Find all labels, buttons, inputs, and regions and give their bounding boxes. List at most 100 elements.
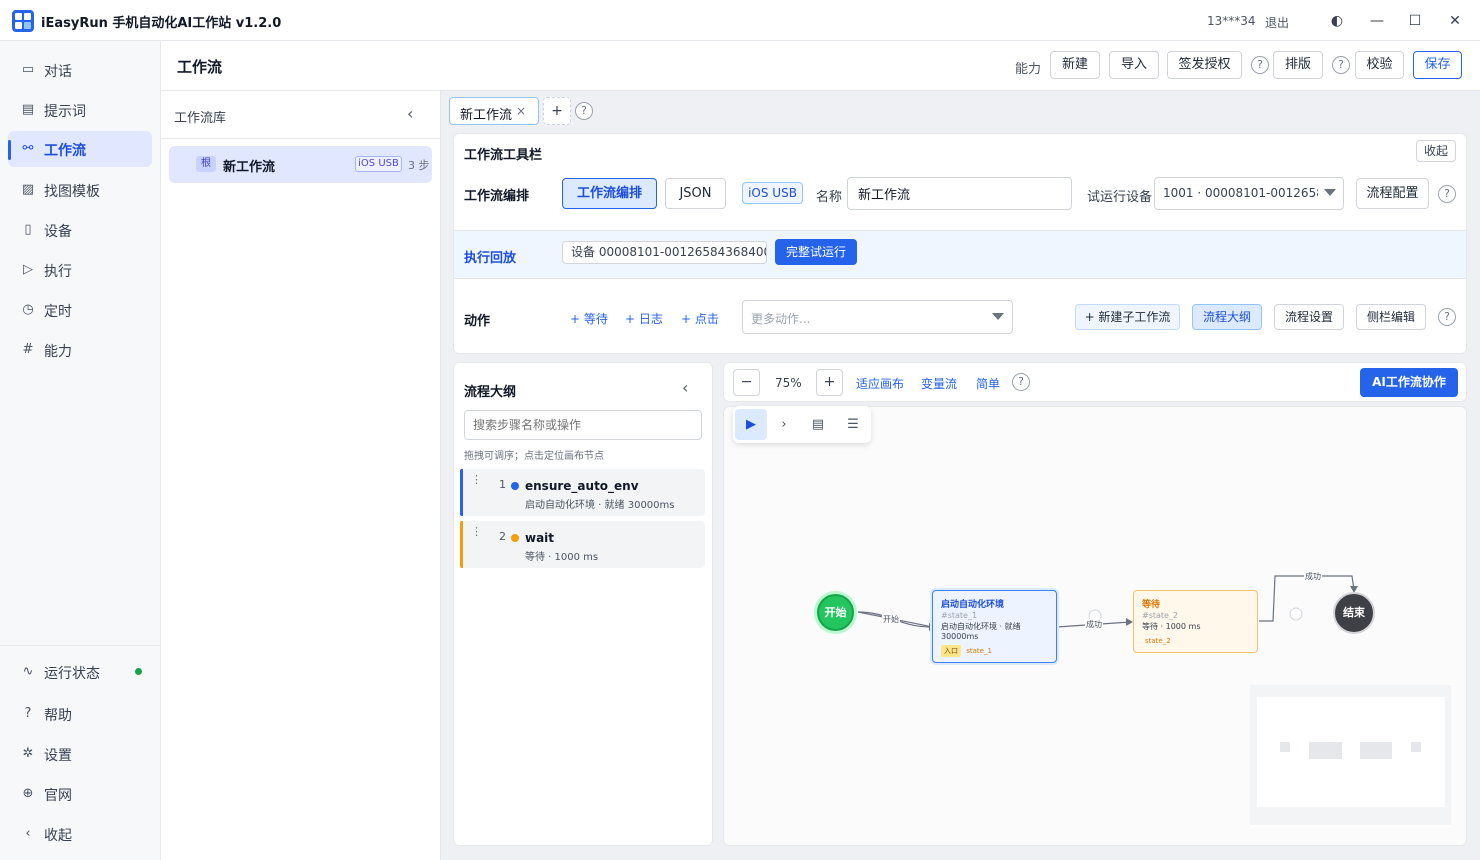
sidebar-item-label: 运行状态 — [44, 666, 100, 682]
name-label: 名称 — [816, 190, 843, 205]
fit-canvas-link[interactable]: 适应画布 — [856, 375, 904, 392]
minimap-viewport — [1257, 697, 1445, 807]
close-icon[interactable]: ✕ — [1444, 10, 1466, 32]
node-desc: 等待 · 1000 ms — [1142, 622, 1201, 631]
node-id: #state_1 — [941, 611, 978, 620]
sidebar-item-website[interactable]: ⊕ 官网 — [8, 776, 152, 812]
outline-step[interactable]: ⋮ 1 ensure_auto_env 启动自动化环境 · 就绪 30000ms — [460, 469, 705, 516]
drag-handle-icon[interactable]: ⋮ — [471, 474, 482, 485]
chevron-left-icon: ‹ — [25, 826, 31, 841]
sidebar-item-run-status[interactable]: ∿ 运行状态 — [8, 654, 152, 690]
step-accent — [460, 521, 463, 568]
edit-row-label: 工作流编排 — [464, 189, 530, 204]
sidebar-item-label: 设置 — [44, 748, 72, 764]
outline-step[interactable]: ⋮ 2 wait 等待 · 1000 ms — [460, 521, 705, 568]
variable-flow-link[interactable]: 变量流 — [921, 375, 957, 392]
sidebar-item-settings[interactable]: ✲ 设置 — [8, 736, 152, 772]
sidebar-item-execute[interactable]: ▷ 执行 — [8, 252, 152, 288]
sidebar-item-image-templates[interactable]: ▨ 找图模板 — [8, 172, 152, 208]
layout-help-icon[interactable]: ? — [1332, 56, 1350, 74]
edge-label-success: 成功 — [1304, 571, 1322, 582]
step-desc: 启动自动化环境 · 就绪 30000ms — [525, 500, 675, 511]
zoom-in-button[interactable]: + — [816, 369, 843, 396]
flow-node-state-1[interactable]: 启动自动化环境 #state_1 启动自动化环境 · 就绪 30000ms 入口… — [932, 590, 1057, 663]
canvas-help-icon[interactable]: ? — [1012, 373, 1030, 391]
replay-device-field[interactable]: 设备 00008101-001265843684001E — [562, 241, 767, 264]
add-click-button[interactable]: + 点击 — [681, 310, 719, 327]
add-tab-button[interactable]: + — [543, 97, 571, 125]
layout-button[interactable]: 排版 — [1273, 51, 1323, 79]
mode-json-button[interactable]: JSON — [665, 178, 726, 209]
flow-settings-button[interactable]: 流程设置 — [1274, 304, 1344, 330]
validate-button[interactable]: 校验 — [1355, 51, 1404, 79]
image-icon: ▨ — [21, 182, 35, 197]
globe-icon: ⊕ — [22, 786, 34, 801]
workflow-library-panel — [161, 91, 441, 860]
full-run-button[interactable]: 完整试运行 — [775, 239, 857, 265]
sidebar-item-prompts[interactable]: ▤ 提示词 — [8, 92, 152, 128]
sidebar-item-chat[interactable]: ▭ 对话 — [8, 52, 152, 88]
root-badge: 根 — [196, 156, 216, 172]
flow-config-button[interactable]: 流程配置 — [1356, 178, 1429, 209]
logout-link[interactable]: 退出 — [1265, 14, 1289, 31]
start-node[interactable]: 开始 — [814, 591, 857, 634]
library-collapse-icon[interactable]: ‹ — [407, 104, 413, 123]
pulse-icon: ∿ — [22, 664, 34, 679]
node-desc: 启动自动化环境 · 就绪 30000ms — [941, 622, 1021, 641]
theme-toggle-icon[interactable]: ◐ — [1326, 10, 1348, 32]
minimap-node — [1360, 742, 1392, 759]
user-account: 13***34 — [1207, 14, 1256, 28]
edge-label-success: 成功 — [1085, 619, 1103, 630]
zoom-out-button[interactable]: − — [733, 369, 760, 396]
sidebar-item-devices[interactable]: ▯ 设备 — [8, 212, 152, 248]
step-accent — [460, 469, 463, 516]
sidebar-item-schedule[interactable]: ◷ 定时 — [8, 292, 152, 328]
test-device-value: 1001 · 00008101-00126584 — [1163, 186, 1318, 200]
add-log-button[interactable]: + 日志 — [625, 310, 663, 327]
import-button[interactable]: 导入 — [1109, 51, 1159, 79]
tabs-help-icon[interactable]: ? — [575, 102, 593, 120]
new-button[interactable]: 新建 — [1050, 51, 1100, 79]
new-subflow-button[interactable]: + 新建子工作流 — [1075, 304, 1180, 330]
entry-tag: 入口 — [941, 645, 961, 657]
node-tags: state_2 — [1142, 636, 1174, 646]
sidebar-item-capabilities[interactable]: # 能力 — [8, 332, 152, 368]
sidebar-item-label: 设备 — [44, 224, 72, 240]
minimize-icon[interactable]: — — [1366, 10, 1388, 32]
outline-title: 流程大纲 — [464, 385, 517, 400]
side-edit-button[interactable]: 侧栏编辑 — [1356, 304, 1426, 330]
chat-icon: ▭ — [21, 62, 35, 77]
save-button[interactable]: 保存 — [1413, 51, 1462, 79]
workflow-name-input[interactable] — [847, 177, 1072, 210]
maximize-icon[interactable]: ☐ — [1404, 10, 1426, 32]
sign-license-button[interactable]: 签发授权 — [1167, 51, 1242, 79]
add-wait-button[interactable]: + 等待 — [570, 310, 608, 327]
outline-hint: 拖拽可调序；点击定位画布节点 — [464, 451, 604, 462]
sidebar-collapse-button[interactable]: ‹ 收起 — [8, 816, 152, 852]
outline-search-input[interactable] — [464, 410, 702, 440]
outline-toggle-button[interactable]: 流程大纲 — [1192, 304, 1262, 330]
end-node[interactable]: 结束 — [1333, 592, 1375, 634]
tab-close-icon[interactable]: × — [516, 104, 526, 118]
drag-handle-icon[interactable]: ⋮ — [471, 526, 482, 537]
sidebar-item-label: 找图模板 — [44, 184, 100, 200]
ai-collab-button[interactable]: AI工作流协作 — [1360, 368, 1458, 397]
app-logo-icon — [12, 10, 34, 32]
simple-mode-link[interactable]: 简单 — [976, 375, 1000, 392]
sidebar-item-workflow[interactable]: ⚯ 工作流 — [8, 131, 152, 167]
mode-edit-button[interactable]: 工作流编排 — [562, 178, 657, 209]
state-tag: state_2 — [1145, 637, 1171, 645]
actions-help-icon[interactable]: ? — [1438, 308, 1456, 326]
sidebar-item-label: 官网 — [44, 788, 72, 804]
phone-icon: ▯ — [24, 222, 32, 237]
sidebar-item-help[interactable]: ? 帮助 — [8, 696, 152, 732]
toolbar-collapse-button[interactable]: 收起 — [1416, 140, 1456, 162]
config-help-icon[interactable]: ? — [1438, 185, 1456, 203]
library-title: 工作流库 — [174, 111, 227, 126]
sign-help-icon[interactable]: ? — [1251, 56, 1269, 74]
replay-label: 执行回放 — [464, 251, 517, 266]
library-divider — [161, 138, 441, 139]
step-desc: 等待 · 1000 ms — [525, 552, 599, 563]
flow-node-state-2[interactable]: 等待 #state_2 等待 · 1000 ms state_2 — [1133, 590, 1258, 653]
outline-collapse-icon[interactable]: ‹ — [682, 378, 688, 397]
